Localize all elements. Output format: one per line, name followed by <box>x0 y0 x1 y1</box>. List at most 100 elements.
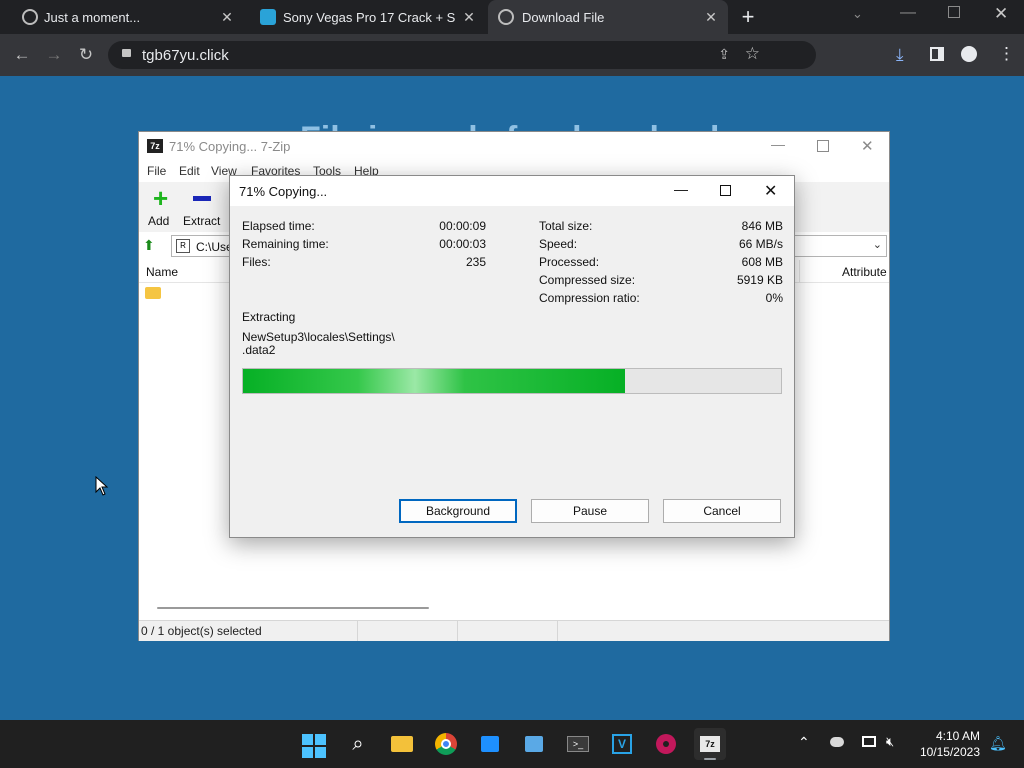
status-divider <box>457 621 458 641</box>
processed-value: 608 MB <box>741 255 783 269</box>
sevenzip-taskbar-icon[interactable]: 7z <box>694 728 726 760</box>
status-text: 0 / 1 object(s) selected <box>141 624 262 638</box>
close-icon[interactable]: ✕ <box>764 181 777 201</box>
progress-fill <box>243 369 625 393</box>
address-bar[interactable]: tgb67yu.click ⇪ ☆ <box>108 41 816 69</box>
sevenzip-titlebar[interactable]: 7z 71% Copying... 7-Zip — ✕ <box>139 132 889 160</box>
globe-icon <box>22 9 38 25</box>
remaining-time-label: Remaining time: <box>242 237 329 251</box>
total-size-label: Total size: <box>539 219 593 233</box>
add-label: Add <box>148 214 170 228</box>
tab-label: Just a moment... <box>44 10 141 25</box>
progress-bar <box>242 368 782 394</box>
browser-toolbar: ← → ↻ tgb67yu.click ⇪ ☆ ⤓ ⋮ <box>0 34 1024 76</box>
column-attributes[interactable]: Attribute <box>842 265 887 279</box>
more-menu-icon[interactable]: ⋮ <box>998 44 1015 64</box>
drive-icon: R <box>176 239 190 253</box>
reload-icon[interactable]: ↻ <box>72 41 100 69</box>
chrome-icon[interactable] <box>430 728 462 760</box>
tab-search-chevron-icon[interactable]: ⌄ <box>852 6 863 22</box>
tab-sony-vegas[interactable]: Sony Vegas Pro 17 Crack + Serial ✕ <box>250 0 486 34</box>
current-file-path: NewSetup3\locales\Settings\ <box>242 330 395 344</box>
cloud-icon[interactable] <box>830 737 844 747</box>
horizontal-scrollbar[interactable] <box>157 607 429 609</box>
status-divider <box>557 621 558 641</box>
microsoft-store-icon[interactable] <box>474 728 506 760</box>
extract-label: Extract <box>183 214 221 228</box>
network-icon[interactable] <box>862 736 876 747</box>
forward-arrow-icon[interactable]: → <box>40 41 68 69</box>
dialog-titlebar[interactable]: 71% Copying... — ✕ <box>230 176 794 206</box>
up-folder-icon[interactable]: ⬆ <box>143 237 159 253</box>
minimize-icon[interactable]: — <box>674 181 688 197</box>
bookmark-star-icon[interactable]: ☆ <box>745 44 760 64</box>
total-size-value: 846 MB <box>741 219 783 233</box>
restore-icon[interactable] <box>948 6 960 18</box>
chevron-down-icon[interactable]: ⌄ <box>873 238 882 251</box>
cancel-button[interactable]: Cancel <box>663 499 781 523</box>
download-icon[interactable]: ⤓ <box>896 45 904 65</box>
menu-edit[interactable]: Edit <box>179 164 200 178</box>
files-value: 235 <box>465 255 486 269</box>
tab-label: Sony Vegas Pro 17 Crack + Serial <box>283 10 455 25</box>
start-windows-icon[interactable] <box>298 728 330 760</box>
search-icon[interactable]: ⌕ <box>342 728 374 760</box>
media-disc-icon[interactable] <box>650 728 682 760</box>
column-name[interactable]: Name <box>146 265 178 279</box>
tab-just-a-moment[interactable]: Just a moment... ✕ <box>8 0 244 34</box>
elapsed-time-value: 00:00:09 <box>439 219 486 233</box>
pause-button[interactable]: Pause <box>531 499 649 523</box>
compressed-size-value: 5919 KB <box>736 273 783 287</box>
processed-label: Processed: <box>539 255 600 269</box>
back-arrow-icon[interactable]: ← <box>8 41 36 69</box>
close-icon[interactable]: ✕ <box>460 8 478 26</box>
maximize-icon[interactable] <box>817 140 829 152</box>
sevenzip-logo-icon: 7z <box>147 139 163 153</box>
minimize-icon[interactable]: — <box>900 4 916 22</box>
tab-label: Download File <box>522 10 605 25</box>
compression-ratio-value: 0% <box>765 291 783 305</box>
extract-button[interactable]: Extract <box>181 186 225 230</box>
clock-date[interactable]: 10/15/2023 <box>908 745 980 759</box>
background-button[interactable]: Background <box>399 499 517 523</box>
dialog-body: Elapsed time: 00:00:09 Remaining time: 0… <box>230 206 794 537</box>
status-bar: 0 / 1 object(s) selected <box>139 620 889 641</box>
elapsed-time-label: Elapsed time: <box>242 219 315 233</box>
notification-bell-icon[interactable]: 🔔︎ <box>989 735 1007 752</box>
close-icon[interactable]: ✕ <box>218 8 236 26</box>
profile-avatar-icon[interactable] <box>961 46 977 62</box>
remaining-time-value: 00:00:03 <box>439 237 486 251</box>
speed-label: Speed: <box>539 237 578 251</box>
close-icon[interactable]: ✕ <box>702 8 720 26</box>
share-icon[interactable]: ⇪ <box>718 46 730 63</box>
add-button[interactable]: + Add <box>145 183 181 230</box>
close-window-icon[interactable]: ✕ <box>994 4 1008 24</box>
site-favicon-icon <box>260 9 276 25</box>
lock-icon <box>122 49 131 57</box>
vegas-icon[interactable]: V <box>606 728 638 760</box>
add-plus-icon: + <box>153 183 169 213</box>
clock-time[interactable]: 4:10 AM <box>908 729 980 743</box>
maximize-icon[interactable] <box>720 185 731 196</box>
side-panel-icon[interactable] <box>930 47 944 61</box>
compression-ratio-label: Compression ratio: <box>539 291 640 305</box>
file-explorer-icon[interactable] <box>386 728 418 760</box>
files-label: Files: <box>242 255 271 269</box>
tray-chevron-up-icon[interactable]: ⌃ <box>798 734 810 751</box>
new-tab-icon[interactable]: + <box>736 5 760 29</box>
operation-label: Extracting <box>242 310 296 324</box>
sevenzip-title: 71% Copying... 7-Zip <box>169 139 291 154</box>
tab-download-file[interactable]: Download File ✕ <box>488 0 728 34</box>
folder-icon[interactable] <box>145 287 161 299</box>
current-file-name: .data2 <box>242 343 276 357</box>
minimize-icon[interactable]: — <box>771 136 785 152</box>
globe-icon <box>498 9 514 25</box>
mouse-cursor-icon <box>95 476 109 496</box>
tab-strip: Just a moment... ✕ Sony Vegas Pro 17 Cra… <box>0 0 1024 34</box>
url-text: tgb67yu.click <box>142 47 229 64</box>
volume-muted-icon[interactable]: 🔇︎ <box>886 734 894 750</box>
menu-file[interactable]: File <box>147 164 166 178</box>
app-icon[interactable] <box>518 728 550 760</box>
terminal-icon[interactable]: >_ <box>562 728 594 760</box>
close-icon[interactable]: ✕ <box>861 137 874 155</box>
